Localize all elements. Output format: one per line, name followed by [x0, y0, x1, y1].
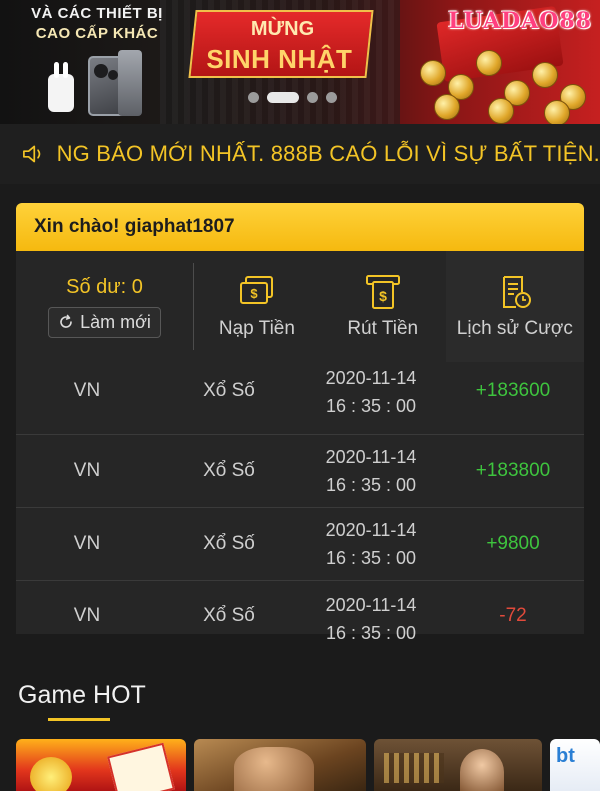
time-text: 16 : 35 : 00 — [325, 475, 417, 495]
game-tile-sports[interactable] — [194, 739, 366, 791]
game-cell: Xổ Số — [203, 460, 255, 481]
date-text: 2020-11-14 — [325, 595, 417, 615]
balance-section: Số dư: 0 Làm mới — [16, 263, 194, 350]
region-cell: VN — [73, 460, 101, 481]
time-text: 16 : 35 : 00 — [325, 396, 417, 416]
withdraw-button[interactable]: $ Rút Tiền — [320, 251, 446, 362]
refresh-label: Làm mới — [80, 311, 151, 332]
speaker-icon — [23, 145, 41, 163]
banner-left-line-1: VÀ CÁC THIẾT BỊ — [31, 5, 163, 22]
game-tile-partial-logo: bt — [556, 745, 575, 767]
ribbon-line-1: MỪNG — [250, 18, 315, 40]
svg-text:$: $ — [379, 288, 387, 304]
game-tile-lottery[interactable] — [16, 739, 186, 791]
game-cell: Xổ Số — [203, 605, 255, 626]
carousel-dot[interactable] — [326, 91, 337, 103]
section-title-game-hot: Game HOT — [18, 681, 146, 709]
table-row[interactable]: VN Xổ Số 2020-11-14 16 : 35 : 00 +183800 — [16, 435, 584, 508]
greeting-bar: Xin chào! giaphat1807 — [16, 203, 584, 251]
deposit-button[interactable]: $ Nạp Tiền — [194, 251, 320, 362]
transaction-list: VN Xổ Số 2020-11-14 16 : 35 : 00 +183600… — [16, 362, 584, 643]
withdraw-icon: $ — [365, 274, 400, 309]
refresh-button[interactable]: Làm mới — [48, 306, 161, 338]
region-cell: VN — [73, 380, 101, 401]
datetime-cell: 2020-11-14 16 : 35 : 00 — [300, 364, 442, 420]
datetime-cell: 2020-11-14 16 : 35 : 00 — [300, 516, 442, 572]
amount-cell: +9800 — [486, 533, 540, 554]
datetime-cell: 2020-11-14 16 : 35 : 00 — [300, 443, 442, 499]
bet-history-label: Lịch sử Cược — [456, 317, 573, 339]
region-cell: VN — [73, 533, 101, 554]
carousel-dot-active[interactable] — [267, 91, 299, 103]
gold-coins-image — [410, 40, 600, 124]
watermark-logo: LUADAO88 — [448, 8, 592, 34]
notice-text: NG BÁO MỚI NHẤT. 888B CAÓ LỖI VÌ SỰ BẤT … — [56, 141, 600, 166]
datetime-cell: 2020-11-14 16 : 35 : 00 — [300, 591, 442, 647]
withdraw-label: Rút Tiền — [347, 317, 419, 339]
bet-history-icon — [502, 275, 531, 308]
time-text: 16 : 35 : 00 — [325, 548, 417, 568]
ribbon-line-2: SINH NHẬT — [206, 44, 353, 74]
table-row[interactable]: VN Xổ Số 2020-11-14 16 : 35 : 00 +9800 — [16, 508, 584, 581]
game-tiles: bt — [16, 739, 600, 791]
date-text: 2020-11-14 — [325, 447, 417, 467]
tablet-image — [118, 50, 142, 116]
date-text: 2020-11-14 — [325, 520, 417, 540]
svg-text:$: $ — [250, 286, 258, 301]
birthday-ribbon: MỪNG SINH NHẬT — [188, 10, 374, 78]
table-row[interactable]: VN Xổ Số 2020-11-14 16 : 35 : 00 +183600 — [16, 362, 584, 435]
amount-cell: +183600 — [475, 380, 551, 401]
region-cell: VN — [73, 605, 101, 626]
carousel-dot[interactable] — [248, 91, 259, 103]
banner-left-text: VÀ CÁC THIẾT BỊ CAO CẤP KHÁC — [22, 4, 172, 44]
amount-cell: +183800 — [475, 460, 551, 481]
bet-history-button[interactable]: Lịch sử Cược — [445, 251, 585, 362]
promo-banner[interactable]: VÀ CÁC THIẾT BỊ CAO CẤP KHÁC MỪNG SINH N… — [0, 0, 600, 124]
date-text: 2020-11-14 — [325, 368, 417, 388]
carousel-dots — [248, 91, 337, 103]
section-title-underline — [48, 718, 110, 721]
game-cell: Xổ Số — [203, 533, 255, 554]
wallet-panel: Số dư: 0 Làm mới $ Nạp Tiền $ Rút Tiền L… — [16, 251, 585, 362]
deposit-label: Nạp Tiền — [218, 317, 295, 339]
time-text: 16 : 35 : 00 — [325, 623, 417, 643]
table-row[interactable]: VN Xổ Số 2020-11-14 16 : 35 : 00 -72 — [16, 581, 584, 643]
amount-cell: -72 — [499, 605, 527, 626]
refresh-icon — [60, 314, 72, 328]
game-cell: Xổ Số — [203, 380, 255, 401]
notice-bar[interactable]: NG BÁO MỚI NHẤT. 888B CAÓ LỖI VÌ SỰ BẤT … — [0, 124, 600, 184]
banner-left-line-2: CAO CẤP KHÁC — [35, 25, 159, 42]
game-tile-live-casino[interactable] — [374, 739, 542, 791]
deposit-icon: $ — [239, 275, 273, 304]
balance-label: Số dư: 0 — [66, 275, 143, 298]
game-tile-partial[interactable]: bt — [550, 739, 600, 791]
carousel-dot[interactable] — [307, 91, 318, 103]
airpods-image — [48, 62, 74, 112]
